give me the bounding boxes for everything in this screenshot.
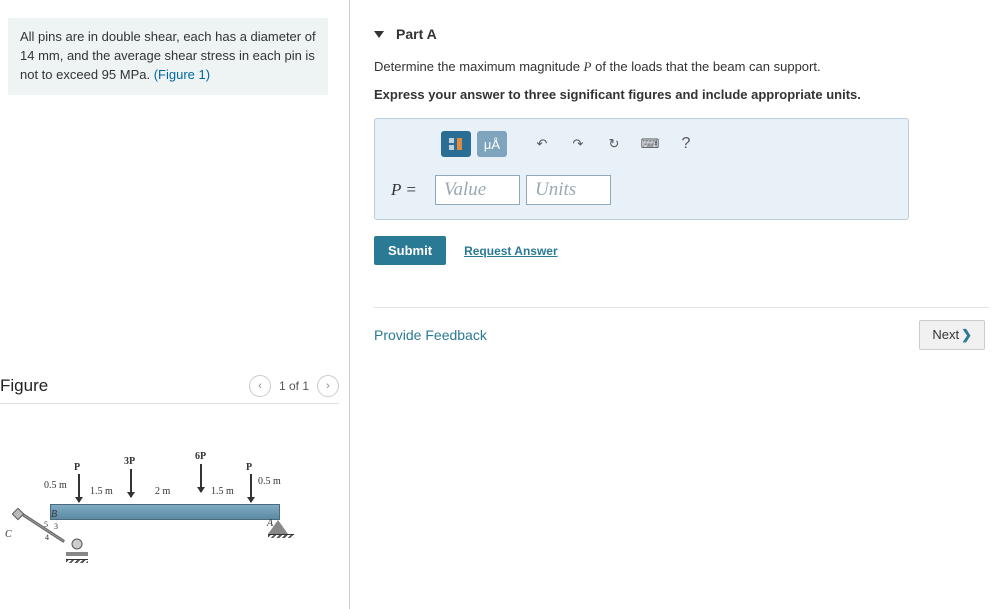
question-pre: Determine the maximum magnitude — [374, 59, 584, 74]
figure-next-button[interactable]: › — [317, 375, 339, 397]
answer-input-row: P = Value Units — [391, 175, 892, 205]
support-d — [66, 536, 86, 556]
angle-4: 4 — [45, 533, 49, 542]
beam — [50, 504, 280, 520]
question-text: Determine the maximum magnitude P of the… — [374, 58, 989, 76]
part-label: Part A — [396, 26, 437, 42]
dim-1.5m-left: 1.5 m — [90, 486, 113, 497]
feedback-row: Provide Feedback Next❯ — [374, 307, 989, 350]
submit-row: Submit Request Answer — [374, 236, 989, 265]
fraction-icon — [448, 137, 464, 151]
special-chars-button[interactable]: μÅ — [477, 131, 507, 157]
question-post: of the loads that the beam can support. — [591, 59, 820, 74]
dim-0.5m-left: 0.5 m — [44, 480, 67, 491]
pin-c — [12, 508, 22, 518]
load-arrow-p-right — [250, 474, 252, 502]
value-input[interactable]: Value — [435, 175, 520, 205]
next-button[interactable]: Next❯ — [919, 320, 985, 350]
answer-instruction: Express your answer to three significant… — [374, 86, 989, 104]
load-arrow-3p — [130, 469, 132, 497]
figure-page-indicator: 1 of 1 — [279, 379, 309, 393]
label-b: B — [51, 509, 57, 520]
part-header[interactable]: Part A — [374, 26, 989, 42]
label-6p: 6P — [195, 451, 206, 462]
provide-feedback-link[interactable]: Provide Feedback — [374, 327, 487, 343]
problem-statement: All pins are in double shear, each has a… — [8, 18, 328, 95]
left-column: All pins are in double shear, each has a… — [0, 0, 350, 609]
label-3p: 3P — [124, 456, 135, 467]
caret-down-icon — [374, 31, 384, 38]
equation-prefix: P = — [391, 180, 429, 200]
figure-nav: ‹ 1 of 1 › — [249, 375, 339, 397]
figure-title: Figure — [0, 376, 48, 396]
units-placeholder: Units — [535, 179, 576, 201]
help-button[interactable]: ? — [671, 131, 701, 157]
chevron-right-icon: › — [326, 380, 330, 392]
answer-toolbar: μÅ ↶ ↷ ↻ ⌨ ? — [441, 131, 892, 157]
redo-icon: ↷ — [573, 136, 584, 152]
keyboard-icon: ⌨ — [641, 136, 660, 152]
submit-button[interactable]: Submit — [374, 236, 446, 265]
figure-panel-header: Figure ‹ 1 of 1 › — [0, 375, 339, 404]
reset-icon: ↻ — [609, 136, 620, 152]
figure-link[interactable]: (Figure 1) — [154, 67, 210, 82]
chevron-right-icon: ❯ — [961, 327, 972, 342]
keyboard-button[interactable]: ⌨ — [635, 131, 665, 157]
next-label: Next — [932, 327, 959, 342]
reset-button[interactable]: ↻ — [599, 131, 629, 157]
dim-0.5m-right: 0.5 m — [258, 476, 281, 487]
request-answer-link[interactable]: Request Answer — [464, 244, 558, 258]
label-c: C — [5, 529, 12, 540]
answer-panel: μÅ ↶ ↷ ↻ ⌨ ? P = — [374, 118, 909, 220]
right-column: Part A Determine the maximum magnitude P… — [350, 0, 999, 609]
figure-prev-button[interactable]: ‹ — [249, 375, 271, 397]
load-arrow-p-left — [78, 474, 80, 502]
undo-icon: ↶ — [537, 136, 548, 152]
chevron-left-icon: ‹ — [258, 380, 262, 392]
redo-button[interactable]: ↷ — [563, 131, 593, 157]
mu-angstrom-icon: μÅ — [484, 137, 500, 152]
figure-diagram: P 3P 6P P 0.5 m 1.5 m 2 m 1.5 m 0.5 m B … — [0, 424, 300, 569]
angle-3: 3 — [54, 522, 58, 531]
help-icon: ? — [682, 135, 691, 153]
dim-1.5m-right: 1.5 m — [211, 486, 234, 497]
support-a — [268, 520, 290, 548]
units-input[interactable]: Units — [526, 175, 611, 205]
load-arrow-6p — [200, 464, 202, 492]
template-picker-button[interactable] — [441, 131, 471, 157]
value-placeholder: Value — [444, 179, 486, 201]
undo-button[interactable]: ↶ — [527, 131, 557, 157]
label-p-right: P — [246, 462, 252, 473]
label-p-left: P — [74, 462, 80, 473]
dim-2m: 2 m — [155, 486, 170, 497]
